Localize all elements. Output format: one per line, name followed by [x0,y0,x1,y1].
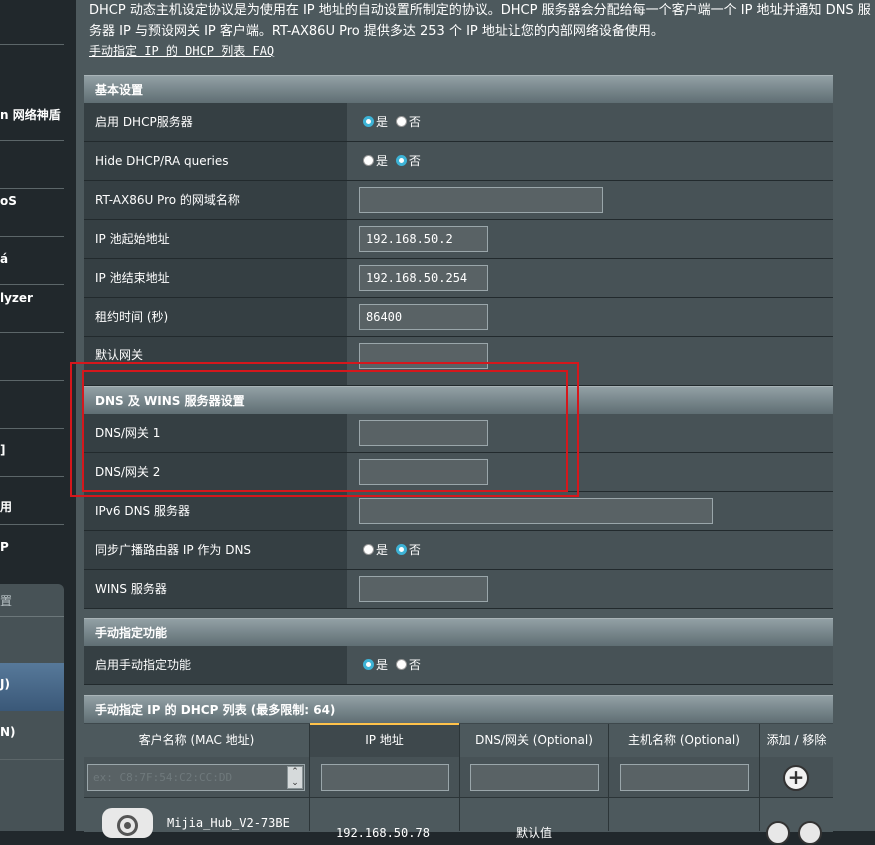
section-basic-header: 基本设置 [84,75,833,103]
mac-input[interactable]: ex: C8:7F:54:C2:CC:DD [87,764,305,791]
add-entry-icon[interactable]: + [783,765,809,791]
sidebar-item-wan[interactable]: N) [0,725,64,739]
column-add-remove: 添加 / 移除 [760,724,833,757]
ipv6-dns-input[interactable] [359,498,713,524]
sidebar-item-lan-active[interactable]: J) [0,663,64,711]
enable-dhcp-no-radio[interactable] [395,116,407,127]
gateway-label: 默认网关 [84,337,347,385]
enable-dhcp-label: 启用 DHCP服务器 [84,103,347,141]
row-domain-name: RT-AX86U Pro 的网域名称 [84,181,833,220]
enable-manual-label: 启用手动指定功能 [84,646,347,684]
sidebar-item-7[interactable]: P [0,540,64,554]
column-hostname: 主机名称 (Optional) [609,724,759,757]
yes-label: 是 [376,154,389,168]
no-label: 否 [408,115,421,129]
edit-entry-icon[interactable] [766,821,790,845]
sidebar-item-qos[interactable]: oS [0,194,64,208]
ip-start-label: IP 池起始地址 [84,220,347,258]
no-label: 否 [408,658,421,672]
enable-manual-yes-radio[interactable] [363,659,374,670]
main-panel: DHCP 动态主机设定协议是为使用在 IP 地址的自动设置所制定的协议。DHCP… [76,0,875,845]
yes-label: 是 [376,115,389,129]
entry-client-name: Mijia_Hub_V2-73BE [167,816,290,830]
ip-end-input[interactable]: 192.168.50.254 [359,265,488,291]
enable-manual-no-radio[interactable] [395,659,407,670]
column-client-name: 客户名称 (MAC 地址) [84,724,309,757]
sidebar-item-6[interactable]: 用 [0,498,64,515]
row-wins: WINS 服务器 [84,570,833,609]
section-dns-header: DNS 及 WINS 服务器设置 [84,386,833,414]
client-list-dropdown-icon[interactable]: ⌃ ⌄ [287,766,303,789]
lease-label: 租约时间 (秒) [84,298,347,336]
sync-dns-yes-radio[interactable] [363,544,374,555]
no-label: 否 [408,543,421,557]
remove-entry-icon[interactable] [798,821,822,845]
row-ipv6-dns: IPv6 DNS 服务器 [84,492,833,531]
yes-label: 是 [376,543,389,557]
active-column-indicator [310,723,459,725]
column-dns-gateway: DNS/网关 (Optional) [460,724,608,757]
yes-label: 是 [376,658,389,672]
wins-input[interactable] [359,576,488,602]
row-lease: 租约时间 (秒) 86400 [84,298,833,337]
sidebar: n 网络神盾 oS á lyzer ] 用 P 置 J) N) [0,0,64,831]
sidebar-item-lan-label: J) [0,677,10,691]
row-gateway: 默认网关 [84,337,833,386]
row-enable-manual: 启用手动指定功能 是 否 [84,646,833,685]
domain-name-label: RT-AX86U Pro 的网域名称 [84,181,347,219]
row-dns2: DNS/网关 2 [84,453,833,492]
sidebar-item-3[interactable]: á [0,252,64,266]
hostname-input[interactable] [620,764,749,791]
faq-link[interactable]: 手动指定 IP 的 DHCP 列表 FAQ [89,42,274,59]
sync-dns-no-radio[interactable] [395,544,407,555]
gateway-input[interactable] [359,343,488,369]
hide-dhcp-label: Hide DHCP/RA queries [84,142,347,180]
sidebar-item-analyzer[interactable]: lyzer [0,291,64,305]
row-dns1: DNS/网关 1 [84,414,833,453]
row-ip-start: IP 池起始地址 192.168.50.2 [84,220,833,259]
entry-ip: 192.168.50.78 [336,826,430,840]
intro-text: DHCP 动态主机设定协议是为使用在 IP 地址的自动设置所制定的协议。DHCP… [89,3,871,39]
section-list-header: 手动指定 IP 的 DHCP 列表 (最多限制: 64) [84,695,833,723]
dns2-label: DNS/网关 2 [84,453,347,491]
dns1-input[interactable] [359,420,488,446]
row-enable-dhcp: 启用 DHCP服务器 是 否 [84,103,833,142]
entry-dns: 默认值 [516,826,553,840]
lease-input[interactable]: 86400 [359,304,488,330]
dns1-label: DNS/网关 1 [84,414,347,452]
row-hide-dhcp: Hide DHCP/RA queries 是 否 [84,142,833,181]
sidebar-section-title: 置 [0,594,13,608]
ipv6-dns-label: IPv6 DNS 服务器 [84,492,347,530]
hide-dhcp-no-radio[interactable] [395,155,407,166]
section-manual-header: 手动指定功能 [84,618,833,646]
sync-dns-label: 同步广播路由器 IP 作为 DNS [84,531,347,569]
wins-label: WINS 服务器 [84,570,347,608]
sidebar-item-5[interactable]: ] [0,443,64,457]
ip-address-input[interactable] [321,764,449,791]
sidebar-item-aiprotection[interactable]: n 网络神盾 [0,106,64,123]
domain-name-input[interactable] [359,187,603,213]
no-label: 否 [408,154,421,168]
row-sync-dns: 同步广播路由器 IP 作为 DNS 是 否 [84,531,833,570]
dns2-input[interactable] [359,459,488,485]
row-ip-end: IP 池结束地址 192.168.50.254 [84,259,833,298]
dns-gateway-input[interactable] [470,764,599,791]
device-icon [102,808,153,838]
column-ip-address: IP 地址 [310,724,459,757]
ip-end-label: IP 池结束地址 [84,259,347,297]
hide-dhcp-yes-radio[interactable] [363,155,374,166]
ip-start-input[interactable]: 192.168.50.2 [359,226,488,252]
enable-dhcp-yes-radio[interactable] [363,116,374,127]
